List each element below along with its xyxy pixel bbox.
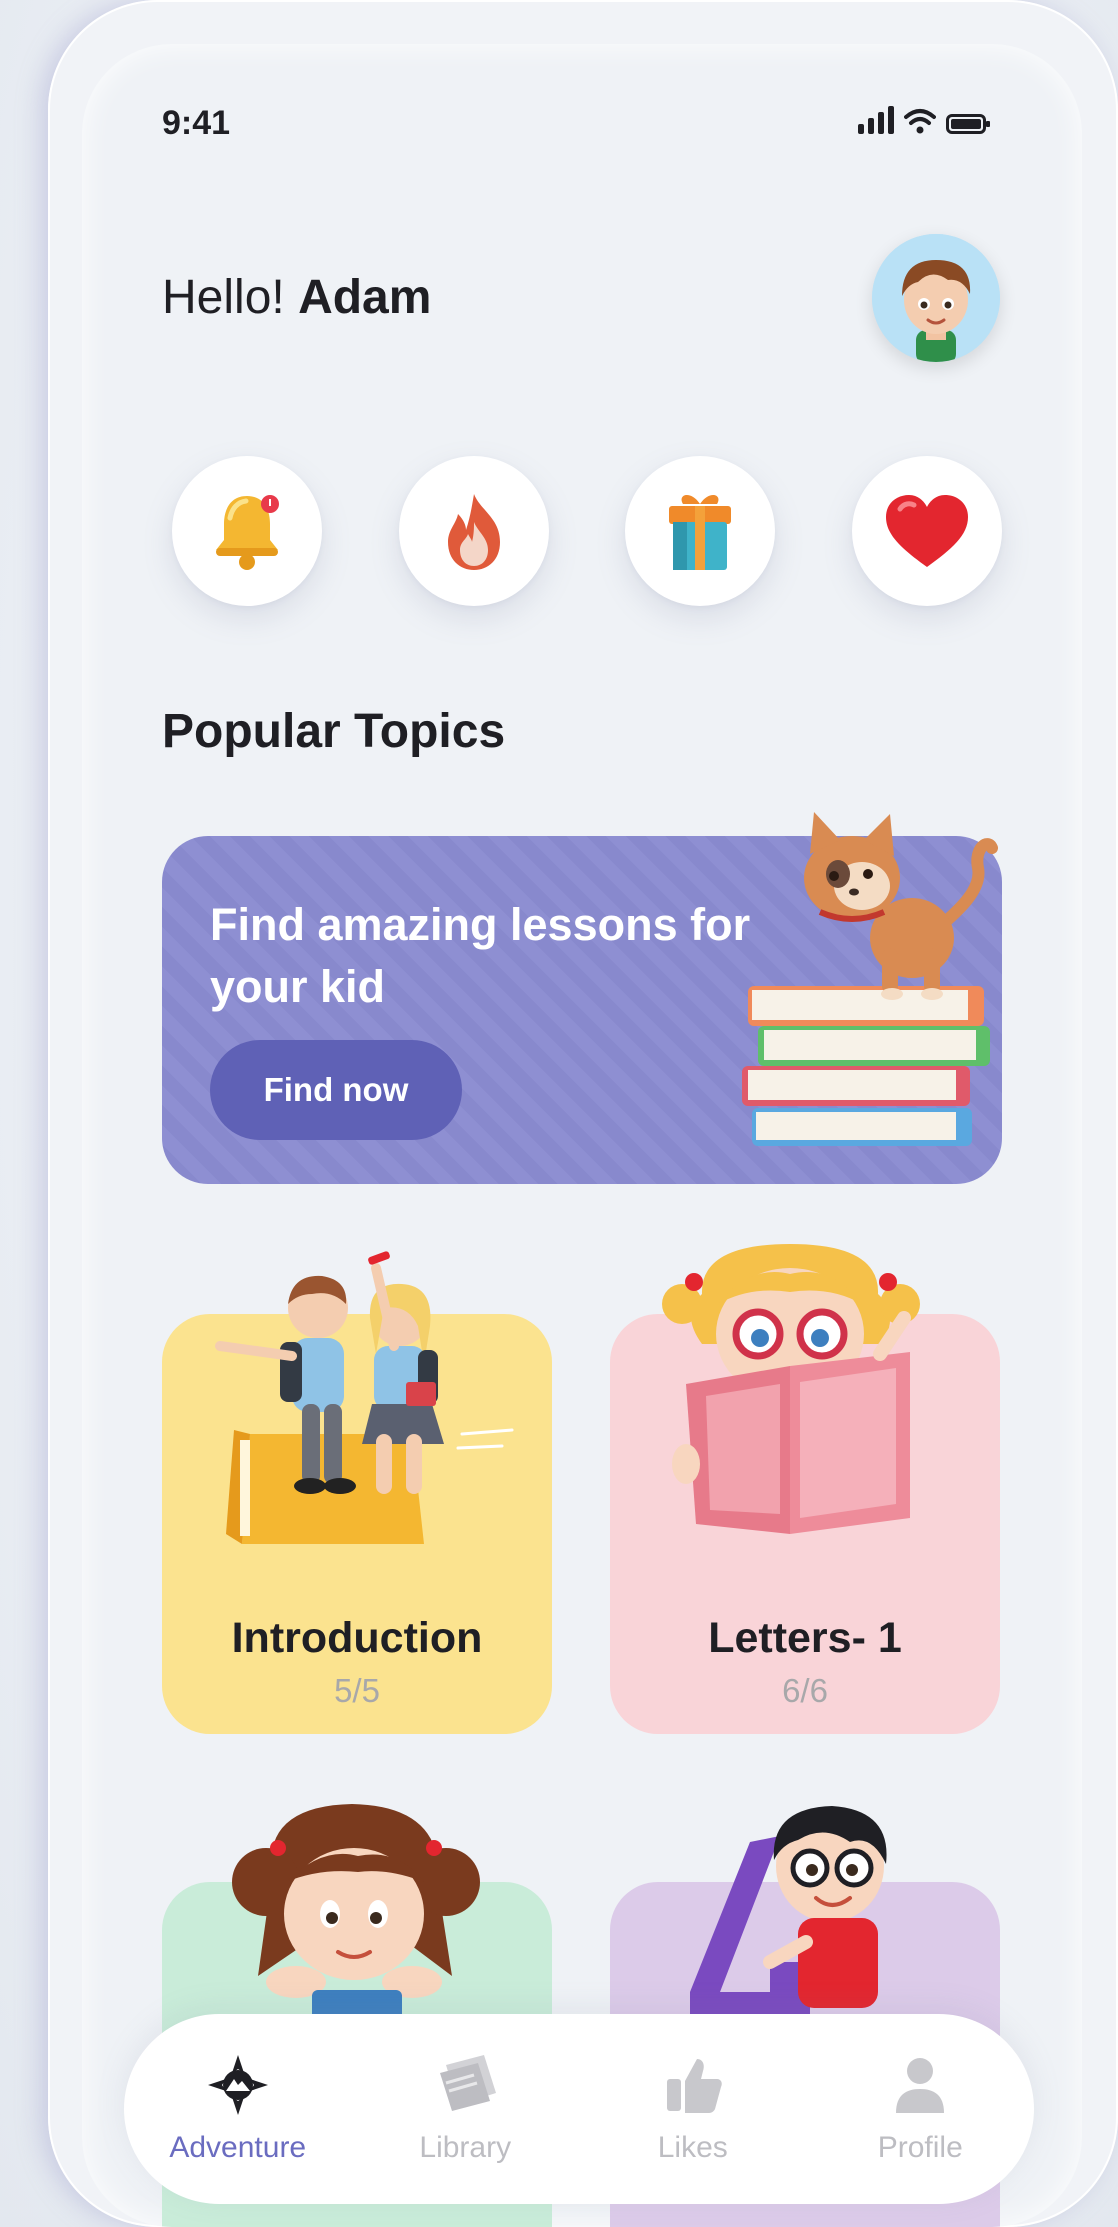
banner-text: Find amazing lessons for your kid	[210, 899, 751, 1012]
greeting-prefix: Hello!	[162, 271, 285, 324]
bottom-nav: Adventure Library Likes Profile	[124, 2014, 1034, 2204]
find-now-button[interactable]: Find now	[210, 1040, 462, 1140]
fire-icon	[447, 494, 500, 570]
topic-card-letters-1[interactable]: Letters- 1 6/6	[610, 1244, 1000, 1734]
user-name: Adam	[298, 271, 432, 324]
bell-icon	[216, 495, 279, 570]
battery-icon	[946, 114, 990, 134]
nav-label: Profile	[877, 2131, 963, 2164]
boy-avatar-icon	[872, 234, 1000, 362]
topic-title: Letters- 1	[708, 1614, 902, 1662]
nav-adventure[interactable]: Adventure	[148, 2053, 328, 2165]
promo-banner[interactable]: Find amazing lessons for your kid Find n…	[162, 812, 1002, 1184]
thumbs-up-icon	[666, 2059, 722, 2113]
topic-progress: 6/6	[782, 1672, 828, 1709]
heart-icon	[885, 495, 968, 567]
book-icon	[440, 2055, 497, 2111]
streak-button[interactable]	[398, 456, 549, 606]
nav-label: Adventure	[169, 2131, 307, 2164]
topic-title: Introduction	[231, 1614, 483, 1662]
gift-icon	[669, 494, 732, 570]
app-screen: 9:41 Hello! Adam Popular Topics Find ama…	[82, 44, 1082, 2227]
avatar[interactable]	[872, 234, 1000, 362]
nav-library[interactable]: Library	[375, 2053, 555, 2165]
nav-label: Library	[419, 2131, 512, 2164]
user-icon	[896, 2058, 945, 2113]
section-title: Popular Topics	[162, 705, 506, 758]
favorites-button[interactable]	[851, 456, 1002, 606]
topic-progress: 5/5	[334, 1672, 380, 1709]
nav-likes[interactable]: Likes	[603, 2053, 783, 2165]
cat-on-books-illustration	[742, 812, 998, 1146]
compass-icon	[207, 2055, 268, 2115]
kids-on-book-illustration	[215, 1251, 514, 1544]
gift-button[interactable]	[625, 456, 776, 606]
notifications-button[interactable]	[172, 456, 322, 606]
wifi-icon	[904, 109, 936, 134]
quick-actions	[172, 456, 1002, 606]
nav-label: Likes	[657, 2131, 728, 2164]
signal-icon	[858, 106, 894, 134]
status-time: 9:41	[162, 104, 231, 142]
topic-card-introduction[interactable]: Introduction 5/5	[162, 1251, 552, 1734]
status-icons	[858, 106, 990, 134]
girl-reading-illustration	[662, 1244, 920, 1534]
greeting: Hello! Adam	[162, 270, 431, 325]
nav-profile[interactable]: Profile	[830, 2053, 1010, 2165]
